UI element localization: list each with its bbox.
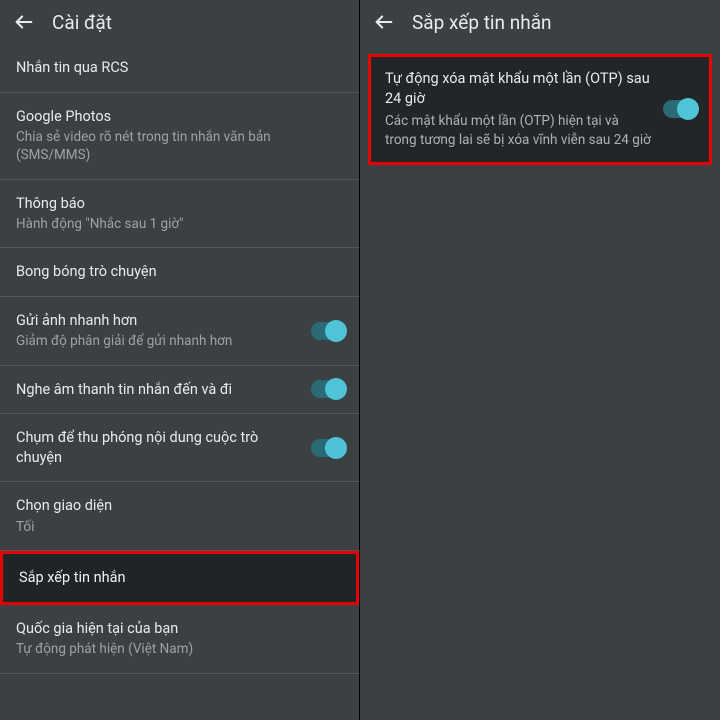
item-title: Gửi ảnh nhanh hơn [16,311,297,331]
item-title: Chọn giao diện [16,496,343,516]
settings-list: Nhắn tin qua RCS Google PhotosChia sẻ vid… [0,44,359,720]
item-subtitle: Các mật khẩu một lần (OTP) hiện tại và t… [385,112,653,150]
item-subtitle: Giảm độ phân giải để gửi nhanh hơn [16,332,297,350]
item-subtitle: Hành động "Nhắc sau 1 giờ" [16,215,343,233]
item-title: Chụm để thu phóng nội dung cuộc trò chuy… [16,428,297,467]
settings-item[interactable]: Nhắn tin qua RCS [0,44,359,93]
toggle-switch[interactable] [311,380,345,398]
organize-list: Tự động xóa mật khẩu một lần (OTP) sau 2… [360,44,720,720]
item-title: Google Photos [16,107,343,127]
settings-panel: Cài đặt Nhắn tin qua RCS Google PhotosChi… [0,0,360,720]
item-subtitle: Tự động phát hiện (Việt Nam) [16,640,343,658]
back-icon[interactable] [10,8,38,36]
item-title: Bong bóng trò chuyện [16,262,343,282]
two-panel-layout: Cài đặt Nhắn tin qua RCS Google PhotosChi… [0,0,720,720]
back-icon[interactable] [370,8,398,36]
settings-item[interactable]: Thông báoHành động "Nhắc sau 1 giờ" [0,180,359,249]
settings-item[interactable]: Google PhotosChia sẻ video rõ nét trong … [0,93,359,180]
item-subtitle: Tối [16,518,343,536]
item-title: Nhắn tin qua RCS [16,58,343,78]
page-title: Cài đặt [52,11,112,34]
settings-item[interactable]: Sắp xếp tin nhắn [0,551,359,605]
settings-item[interactable]: Bong bóng trò chuyện [0,248,359,297]
item-title: Thông báo [16,194,343,214]
item-title: Nghe âm thanh tin nhắn đến và đi [16,380,297,400]
otp-auto-delete-item[interactable]: Tự động xóa mật khẩu một lần (OTP) sau 2… [368,54,712,165]
toggle-switch[interactable] [663,100,697,118]
settings-item[interactable]: Chụm để thu phóng nội dung cuộc trò chuy… [0,414,359,482]
item-title: Tự động xóa mật khẩu một lần (OTP) sau 2… [385,69,653,108]
organize-panel: Sắp xếp tin nhắn Tự động xóa mật khẩu mộ… [360,0,720,720]
item-title: Quốc gia hiện tại của bạn [16,619,343,639]
settings-item[interactable]: Nghe âm thanh tin nhắn đến và đi [0,366,359,415]
header-right: Sắp xếp tin nhắn [360,0,720,44]
toggle-switch[interactable] [311,439,345,457]
item-subtitle: Chia sẻ video rõ nét trong tin nhắn văn … [16,128,343,164]
settings-item[interactable]: Quốc gia hiện tại của bạnTự động phát hi… [0,605,359,674]
page-title: Sắp xếp tin nhắn [412,11,552,34]
header-left: Cài đặt [0,0,359,44]
settings-item[interactable]: Chọn giao diện Tối [0,482,359,551]
toggle-switch[interactable] [311,322,345,340]
item-title: Sắp xếp tin nhắn [19,568,340,588]
settings-item[interactable]: Gửi ảnh nhanh hơnGiảm độ phân giải để gử… [0,297,359,366]
